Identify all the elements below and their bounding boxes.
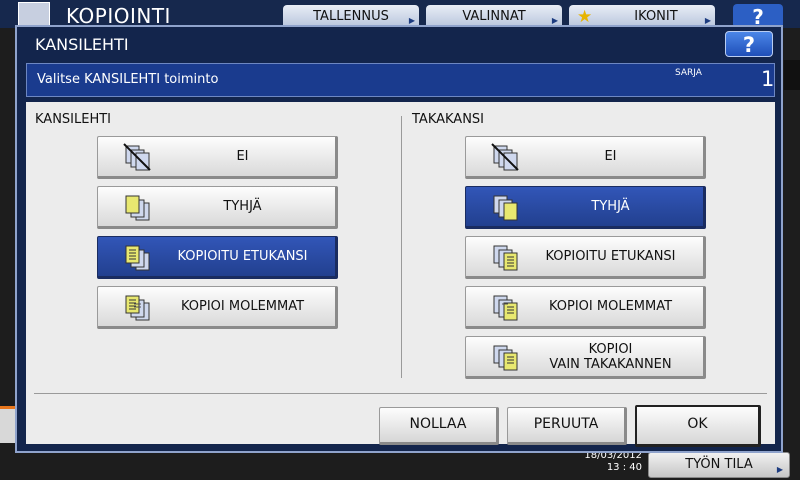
- back-cover-section-label: TAKAKANSI: [412, 112, 485, 127]
- sets-label: SARJA: [675, 68, 702, 78]
- cover-sheet-dialog: KANSILEHTI ? Valitse KANSILEHTI toiminto…: [15, 25, 783, 453]
- option-label: TYHJÄ: [591, 199, 630, 214]
- tab-tallennus[interactable]: TALLENNUS ▶: [283, 5, 419, 27]
- blank-cover-icon: [125, 195, 150, 221]
- job-status-button[interactable]: TYÖN TILA ▶: [648, 452, 790, 478]
- front-blank-button[interactable]: TYHJÄ: [97, 186, 338, 229]
- back-copy-back-only-button[interactable]: KOPIOI VAIN TAKAKANNEN: [465, 336, 706, 379]
- copy-back-only-icon: [493, 345, 518, 371]
- arrow-icon: ▶: [776, 465, 783, 474]
- blank-back-cover-icon: [493, 195, 518, 221]
- front-none-button[interactable]: EI: [97, 136, 338, 179]
- time-text: 13 : 40: [606, 462, 642, 473]
- help-button[interactable]: ?: [725, 31, 773, 57]
- date-time: 18/03/2012 13 : 40: [572, 450, 642, 474]
- option-label: KOPIOITU ETUKANSI: [545, 249, 676, 264]
- background-left-strip: [0, 406, 15, 443]
- job-status-label: TYÖN TILA: [685, 457, 753, 472]
- back-copied-front-button[interactable]: KOPIOITU ETUKANSI: [465, 236, 706, 279]
- front-cover-section-label: KANSILEHTI: [35, 112, 112, 127]
- front-copy-both-button[interactable]: KOPIOI MOLEMMAT: [97, 286, 338, 329]
- sets-count: 1: [761, 67, 775, 91]
- action-divider: [34, 393, 767, 394]
- option-label: KOPIOI VAIN TAKAKANNEN: [549, 341, 672, 372]
- background-edge: [784, 60, 800, 90]
- option-label: EI: [604, 149, 617, 164]
- tab-label: IKONIT: [634, 9, 678, 24]
- options-panel: KANSILEHTI TAKAKANSI EI TYHJÄ KOPIOITU E…: [26, 102, 775, 447]
- option-label: KOPIOI MOLEMMAT: [548, 299, 673, 314]
- dialog-title: KANSILEHTI: [35, 35, 129, 54]
- tab-ikonit[interactable]: ★ IKONIT ▶: [569, 5, 715, 27]
- option-label: KOPIOI MOLEMMAT: [180, 299, 305, 314]
- copy-both-sides-icon: [125, 295, 150, 321]
- section-divider: [401, 116, 402, 378]
- back-none-button[interactable]: EI: [465, 136, 706, 179]
- option-label: KOPIOITU ETUKANSI: [177, 249, 308, 264]
- tab-label: VALINNAT: [462, 9, 526, 24]
- reset-button[interactable]: NOLLAA: [379, 407, 499, 445]
- copy-both-sides-icon: [493, 295, 518, 321]
- instruction-message: Valitse KANSILEHTI toiminto: [37, 72, 219, 87]
- copied-front-cover-icon: [125, 245, 150, 271]
- no-cover-icon: [491, 143, 519, 171]
- ok-button[interactable]: OK: [635, 405, 761, 447]
- message-bar: Valitse KANSILEHTI toiminto SARJA 1: [26, 63, 775, 97]
- cancel-button[interactable]: PERUUTA: [507, 407, 627, 445]
- copied-back-cover-icon: [493, 245, 518, 271]
- option-label: EI: [236, 149, 249, 164]
- back-blank-button[interactable]: TYHJÄ: [465, 186, 706, 229]
- tab-label: TALLENNUS: [313, 9, 389, 24]
- tab-valinnat[interactable]: VALINNAT ▶: [426, 5, 562, 27]
- option-label: TYHJÄ: [223, 199, 262, 214]
- front-copied-front-button[interactable]: KOPIOITU ETUKANSI: [97, 236, 338, 279]
- back-copy-both-button[interactable]: KOPIOI MOLEMMAT: [465, 286, 706, 329]
- no-cover-icon: [123, 143, 151, 171]
